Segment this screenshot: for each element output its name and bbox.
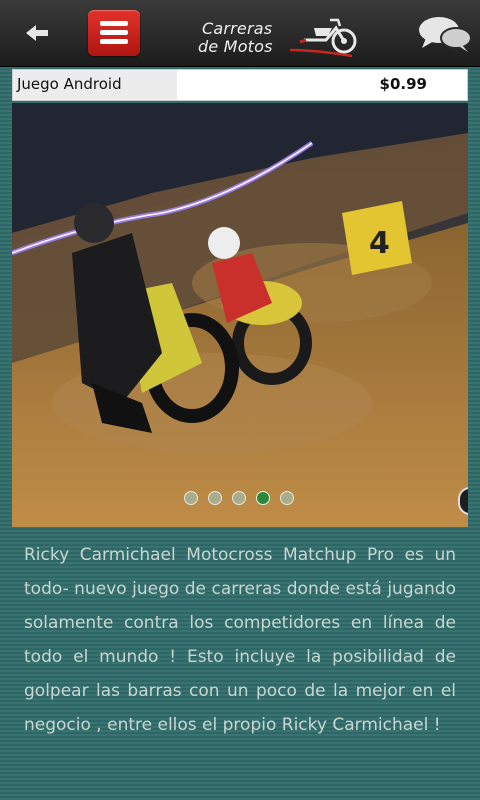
gate-number-badge: 4 (369, 226, 390, 261)
pagination-dot-4-active[interactable] (256, 491, 270, 505)
game-description: Ricky Carmichael Motocross Matchup Pro e… (24, 545, 456, 735)
pagination-dot-3[interactable] (232, 491, 246, 505)
pagination-dot-1[interactable] (184, 491, 198, 505)
pagination-dot-2[interactable] (208, 491, 222, 505)
gameplay-screenshot: 4 (12, 103, 468, 527)
product-price: $0.99 (379, 75, 427, 93)
motorcycle-icon (289, 18, 357, 58)
product-type-label: Juego Android (17, 75, 122, 93)
top-app-bar: Carreras de Motos (0, 0, 480, 67)
pagination-dot-5[interactable] (280, 491, 294, 505)
back-button[interactable] (22, 18, 54, 48)
app-logo: Carreras de Motos (196, 10, 362, 60)
menu-button[interactable] (88, 10, 140, 56)
gallery-pagination (12, 491, 468, 511)
speech-bubbles-icon (419, 17, 472, 52)
screenshot-gallery[interactable]: 4 (12, 103, 468, 527)
logo-text-line2: de Motos (198, 37, 273, 56)
chat-button[interactable] (416, 14, 474, 54)
logo-text-line1: Carreras (202, 19, 273, 38)
arrow-left-icon (26, 25, 48, 41)
product-price-bar: Juego Android $0.99 (12, 69, 468, 101)
